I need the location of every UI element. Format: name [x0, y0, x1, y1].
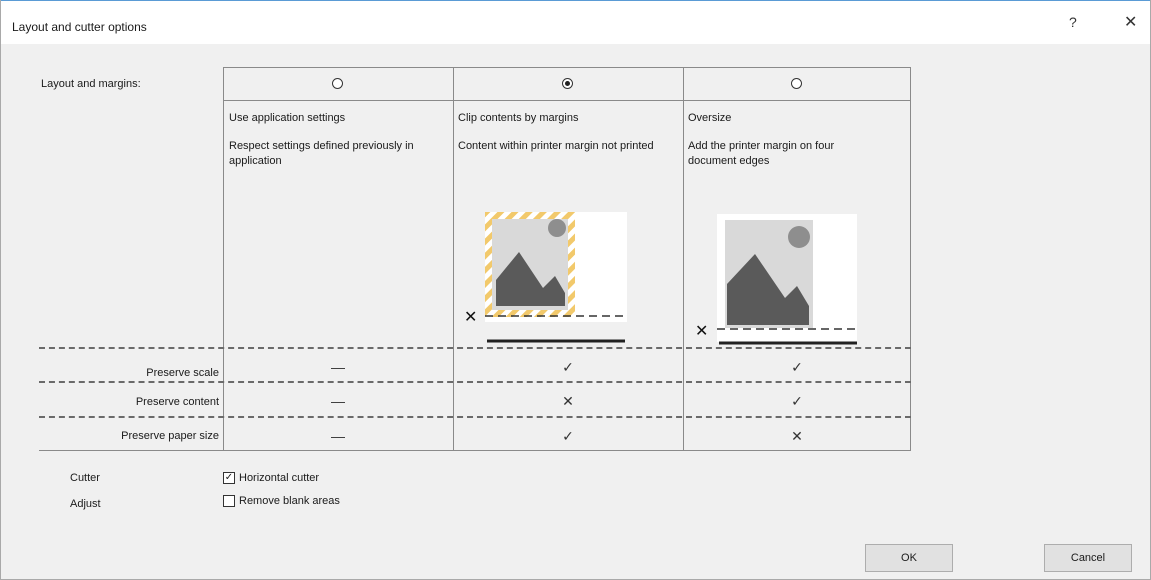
title-bar: Layout and cutter options ? ✕ [1, 0, 1150, 44]
cell-value: — [331, 359, 345, 375]
cell-value: ✓ [791, 393, 803, 409]
clip-margins-illustration: ✕ [464, 212, 627, 343]
table-bottom-border [39, 450, 911, 451]
row-separator [39, 381, 911, 383]
row-label-preserve-scale: Preserve scale [146, 367, 219, 379]
cutter-label: Cutter [70, 472, 100, 484]
remove-blank-areas-label: Remove blank areas [239, 495, 340, 507]
layout-margins-label: Layout and margins: [41, 78, 141, 90]
table-col-divider-1 [453, 67, 454, 451]
ok-button[interactable]: OK [865, 544, 953, 572]
layout-cutter-dialog: Layout and cutter options ? ✕ Layout and… [0, 0, 1151, 580]
cell-value: ✓ [562, 428, 574, 444]
column-title-1: Clip contents by margins [458, 112, 579, 124]
column-description-0: Respect settings defined previously in a… [229, 140, 414, 167]
table-col-divider-2 [683, 67, 684, 451]
remove-blank-areas-option[interactable]: Remove blank areas [223, 495, 340, 507]
radio-clip-contents[interactable] [562, 78, 573, 89]
horizontal-cutter-option[interactable]: ✓ Horizontal cutter [223, 472, 319, 484]
horizontal-cutter-checkbox[interactable]: ✓ [223, 472, 235, 484]
cell-value: — [331, 393, 345, 409]
cut-mark-oversize: ✕ [695, 321, 708, 340]
row-label-preserve-paper-size: Preserve paper size [121, 430, 219, 442]
column-description-1: Content within printer margin not printe… [458, 140, 654, 152]
cell-value: ✕ [562, 393, 574, 409]
oversize-illustration: ✕ [695, 214, 857, 345]
cell-value: ✕ [791, 428, 803, 444]
cell-value: ✓ [562, 359, 574, 375]
radio-oversize[interactable] [791, 78, 802, 89]
horizontal-cutter-label: Horizontal cutter [239, 472, 320, 484]
column-title-2: Oversize [688, 112, 732, 124]
remove-blank-areas-checkbox[interactable] [223, 495, 235, 507]
row-label-preserve-content: Preserve content [135, 396, 219, 408]
column-title-0: Use application settings [229, 112, 346, 124]
table-header-divider [223, 100, 911, 101]
close-button[interactable]: ✕ [1124, 12, 1137, 32]
table-col-divider-0 [223, 67, 224, 451]
cell-value: — [331, 428, 345, 444]
table-col-divider-3 [910, 67, 911, 451]
table-top-border [223, 67, 911, 68]
cell-value: ✓ [791, 359, 803, 375]
radio-use-application-settings[interactable] [332, 78, 343, 89]
dialog-title: Layout and cutter options [12, 20, 147, 34]
cut-mark-clip: ✕ [464, 307, 477, 326]
row-separator [39, 347, 911, 349]
row-separator [39, 416, 911, 418]
column-description-2: Add the printer margin on four document … [688, 140, 835, 167]
cancel-button[interactable]: Cancel [1044, 544, 1132, 572]
help-button[interactable]: ? [1069, 14, 1077, 30]
adjust-label: Adjust [70, 498, 101, 510]
